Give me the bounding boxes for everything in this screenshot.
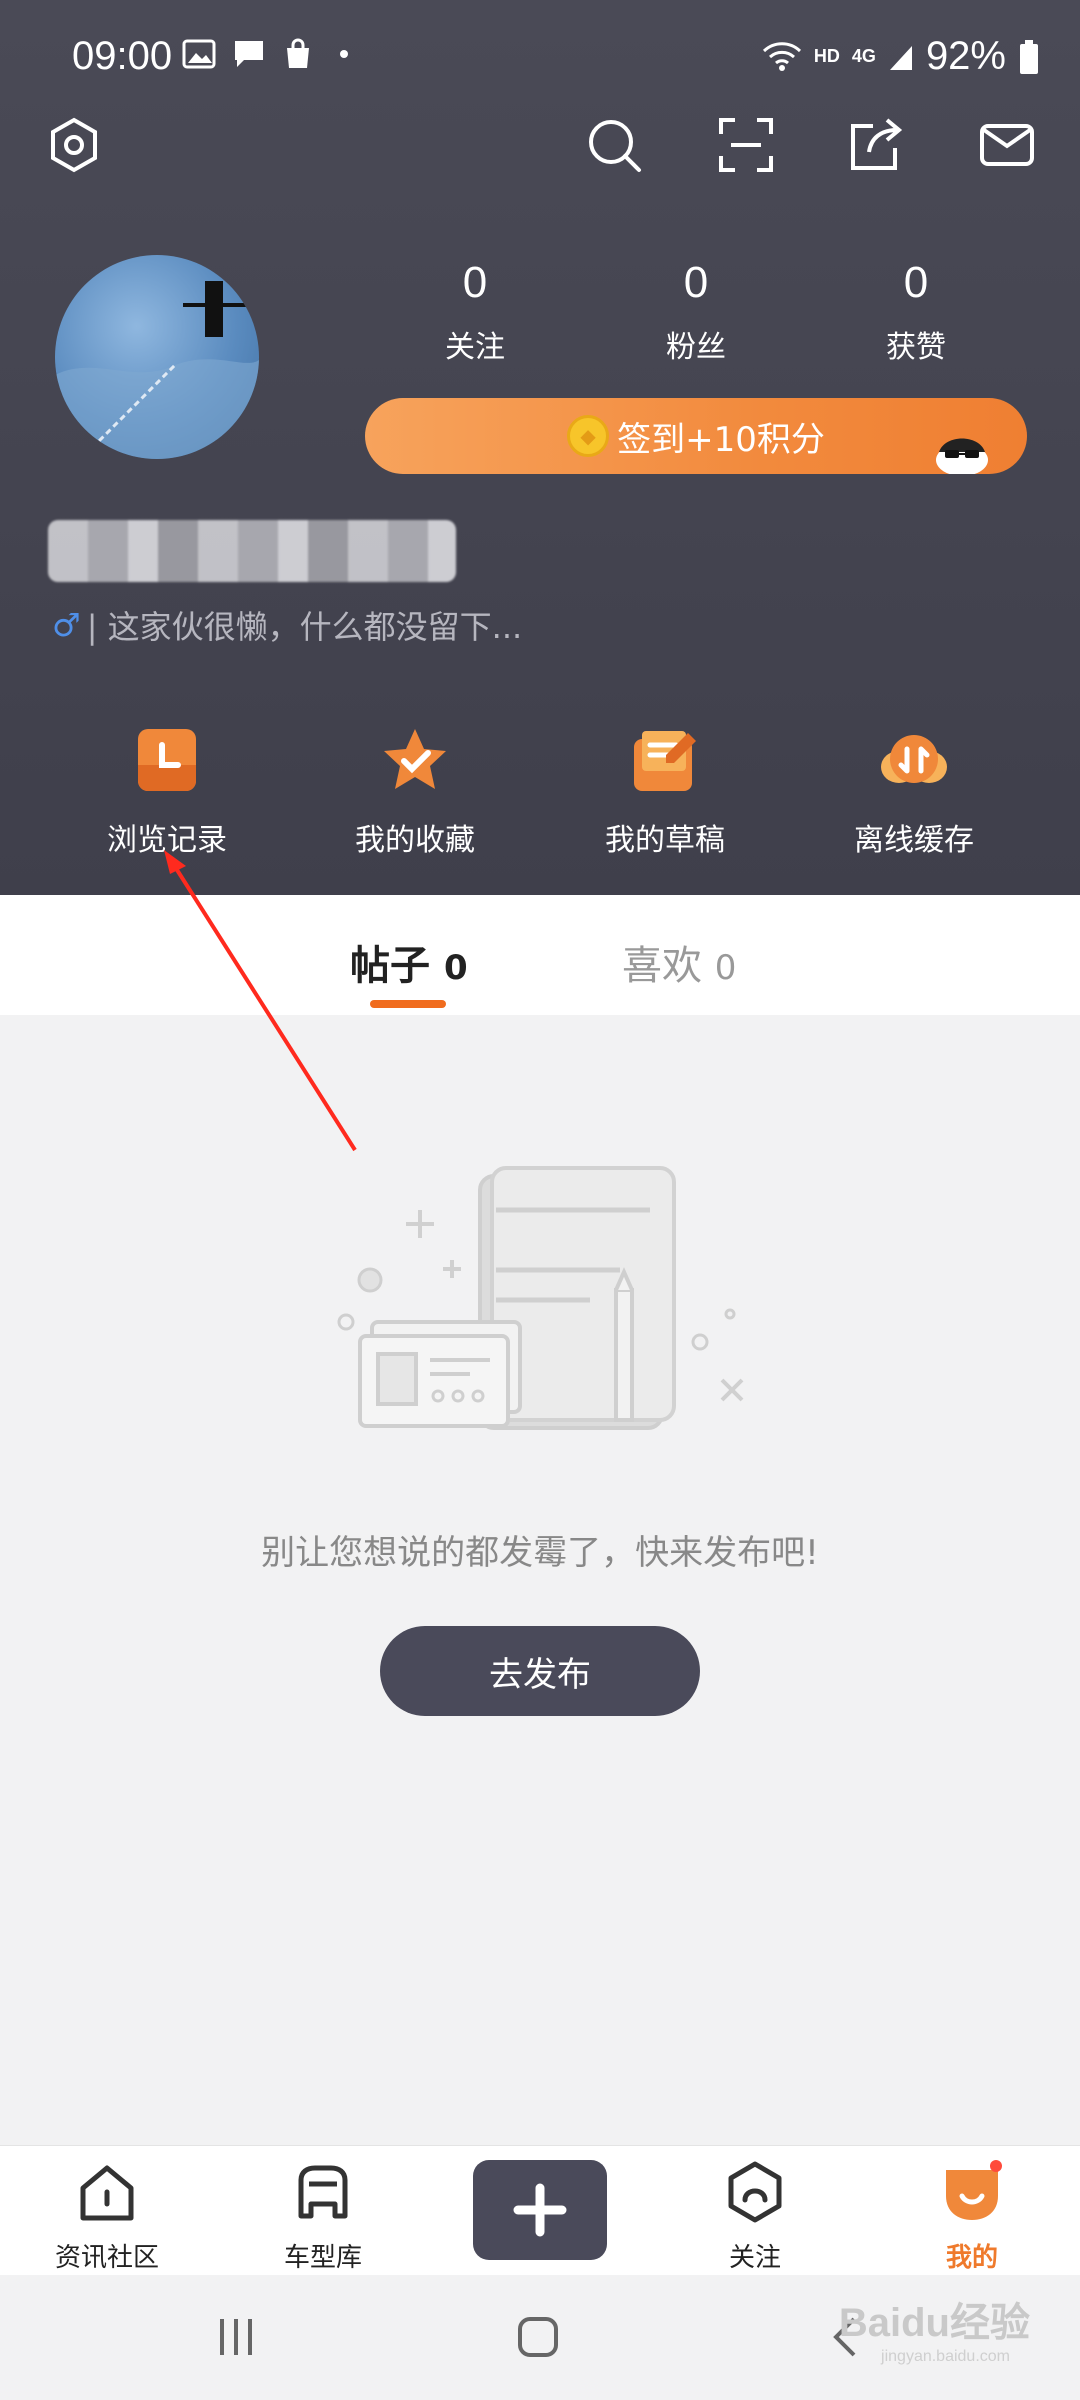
signal-icon: [889, 45, 912, 70]
nav-community[interactable]: 资讯社区: [32, 2160, 182, 2274]
quick-favorites-label: 我的收藏: [355, 823, 475, 858]
nav-me[interactable]: 我的: [897, 2160, 1047, 2274]
home-icon: [80, 2165, 134, 2221]
favorites-icon: [384, 729, 446, 789]
network-signal: 4G: [851, 46, 876, 66]
quick-drafts[interactable]: 我的草稿: [565, 725, 765, 859]
dot-icon: [340, 50, 348, 58]
empty-state-message: 别让您想说的都发霉了，快来发布吧!: [261, 1533, 819, 1573]
tab-posts[interactable]: 帖子 0: [350, 933, 468, 991]
nav-post-button[interactable]: [473, 2160, 607, 2260]
recent-apps-icon[interactable]: [214, 2315, 258, 2359]
share-icon[interactable]: [847, 116, 905, 174]
mail-icon[interactable]: [978, 116, 1036, 174]
gallery-icon: [182, 39, 216, 69]
status-time: 09:00: [72, 34, 173, 78]
stat-following-value: 0: [462, 258, 488, 307]
history-icon: [138, 729, 196, 791]
bio-text: | 这家伙很懒，什么都没留下...: [86, 608, 523, 646]
tab-likes-count: 0: [714, 948, 737, 988]
profile-header: 09:00 HD 4G 92% 0 关注 0 粉丝 0 获赞 ◆ 签到+10积分…: [0, 0, 1080, 895]
stat-fans-label: 粉丝: [666, 330, 726, 365]
content-tabs: 帖子 0 喜欢 0: [0, 895, 1080, 1015]
bottom-nav: 资讯社区 车型库 关注 我的: [0, 2145, 1080, 2275]
message-icon: [235, 41, 263, 67]
stat-likes[interactable]: 0 获赞: [846, 258, 986, 366]
battery-icon: [1020, 39, 1038, 74]
home-button-icon[interactable]: [516, 2315, 560, 2359]
quick-offline-cache-label: 离线缓存: [854, 823, 974, 858]
notification-icons: [182, 38, 348, 70]
battery-level: 92%: [925, 34, 1006, 78]
stat-fans-value: 0: [683, 258, 709, 307]
quick-favorites[interactable]: 我的收藏: [315, 725, 515, 859]
car-icon: [298, 2165, 348, 2219]
tab-posts-count: 0: [443, 948, 468, 988]
me-icon: [946, 2160, 1002, 2220]
wifi-icon: [762, 41, 801, 71]
publish-button[interactable]: 去发布: [380, 1626, 700, 1716]
network-hd: HD: [813, 46, 840, 66]
nav-me-label: 我的: [945, 2243, 998, 2273]
quick-drafts-label: 我的草稿: [605, 823, 725, 858]
tab-likes-label: 喜欢: [622, 943, 702, 989]
checkin-label: 签到+10积分: [617, 419, 825, 460]
bio: ♂ | 这家伙很懒，什么都没留下...: [52, 602, 522, 648]
mascot-icon: [936, 438, 988, 474]
nav-car-models[interactable]: 车型库: [248, 2160, 398, 2274]
follow-icon: [728, 2161, 782, 2223]
tab-likes[interactable]: 喜欢 0: [622, 933, 736, 991]
search-icon[interactable]: [585, 116, 643, 174]
nav-community-label: 资讯社区: [54, 2243, 159, 2273]
username-redacted: [48, 520, 456, 582]
male-icon: ♂: [52, 606, 81, 644]
quick-history-label: 浏览记录: [107, 823, 227, 858]
checkin-button[interactable]: ◆ 签到+10积分: [365, 398, 1027, 474]
empty-state-illustration: [337, 1166, 744, 1430]
watermark-url: jingyan.baidu.com: [881, 2348, 1010, 2365]
drafts-icon: [634, 731, 696, 791]
stat-likes-value: 0: [903, 258, 929, 307]
nav-follow-label: 关注: [728, 2243, 781, 2273]
tab-posts-label: 帖子: [350, 943, 430, 989]
nav-car-models-label: 车型库: [283, 2243, 362, 2273]
stat-likes-label: 获赞: [886, 330, 946, 365]
watermark: Baidu经验: [838, 2301, 1030, 2345]
plus-icon: [513, 2183, 567, 2237]
stat-fans[interactable]: 0 粉丝: [626, 258, 766, 366]
quick-history[interactable]: 浏览记录: [67, 725, 267, 859]
coin-icon: ◆: [567, 415, 610, 457]
stat-following[interactable]: 0 关注: [405, 258, 545, 366]
offline-cache-icon: [881, 735, 947, 783]
quick-offline-cache[interactable]: 离线缓存: [814, 725, 1014, 859]
status-bar: 09:00 HD 4G 92%: [0, 0, 1080, 120]
nav-follow[interactable]: 关注: [680, 2160, 830, 2274]
settings-icon[interactable]: [45, 116, 103, 174]
tab-active-indicator: [370, 1000, 446, 1008]
scan-icon[interactable]: [717, 116, 775, 174]
avatar[interactable]: [55, 255, 259, 459]
shopping-bag-icon: [287, 38, 309, 68]
stat-following-label: 关注: [445, 330, 505, 365]
status-right: HD 4G 92%: [762, 34, 1040, 79]
